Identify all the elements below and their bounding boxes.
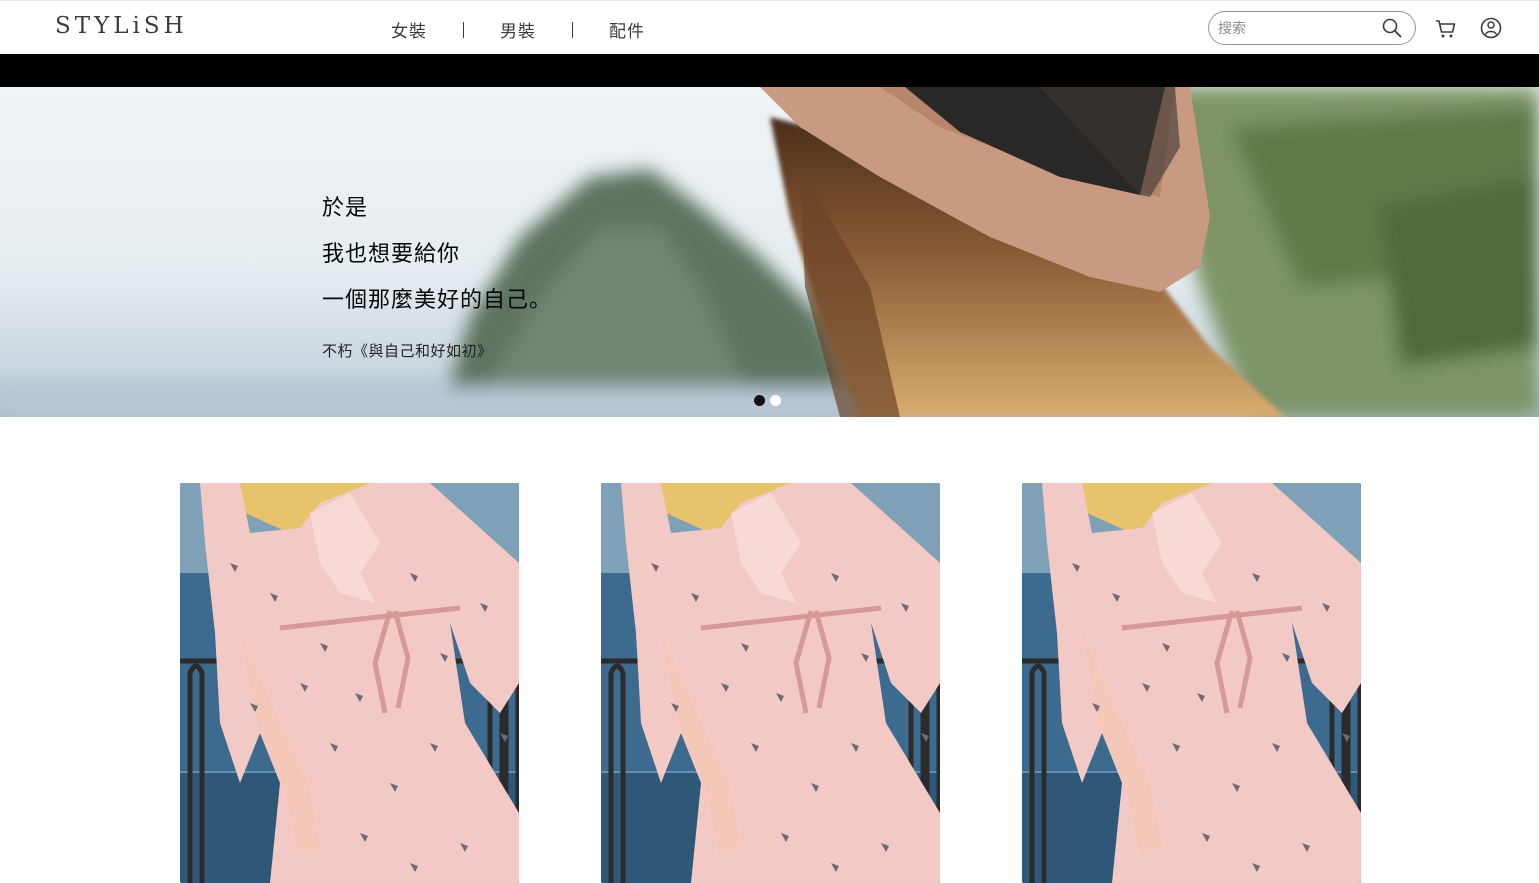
nav-item-accessories[interactable]: 配件: [609, 17, 645, 42]
hero-line: 於是: [322, 196, 369, 221]
product-card[interactable]: [1022, 483, 1361, 883]
search-input[interactable]: [1218, 19, 1378, 39]
site-header: STYLiSH 女裝 男裝 配件: [0, 0, 1539, 54]
search-box: [1208, 11, 1416, 45]
hero-line: 我也想要給你: [322, 242, 461, 267]
product-image: [601, 483, 940, 883]
product-grid: [180, 483, 1361, 883]
product-card[interactable]: [180, 483, 519, 883]
hero-quote: 於是 我也想要給你 一個那麼美好的自己。 不朽《與自己和好如初》: [322, 186, 552, 361]
nav-divider: [463, 21, 464, 38]
hero-line: 一個那麼美好的自己。: [322, 288, 553, 313]
nav-item-women[interactable]: 女裝: [391, 17, 427, 42]
hero-carousel[interactable]: 於是 我也想要給你 一個那麼美好的自己。 不朽《與自己和好如初》: [0, 87, 1539, 417]
carousel-dots: [754, 395, 786, 406]
product-card[interactable]: [601, 483, 940, 883]
header-strip: [0, 54, 1539, 87]
main-nav: 女裝 男裝 配件: [391, 17, 645, 42]
product-image: [180, 483, 519, 883]
carousel-dot-1[interactable]: [754, 395, 765, 406]
nav-item-men[interactable]: 男裝: [500, 17, 536, 42]
member-icon[interactable]: [1480, 17, 1502, 39]
hero-image: [0, 87, 1539, 417]
nav-divider: [572, 21, 573, 38]
cart-icon[interactable]: [1435, 18, 1457, 40]
hero-source: 不朽《與自己和好如初》: [322, 342, 493, 360]
product-image: [1022, 483, 1361, 883]
logo[interactable]: STYLiSH: [55, 13, 188, 39]
carousel-dot-2[interactable]: [770, 395, 781, 406]
search-icon[interactable]: [1382, 18, 1402, 38]
